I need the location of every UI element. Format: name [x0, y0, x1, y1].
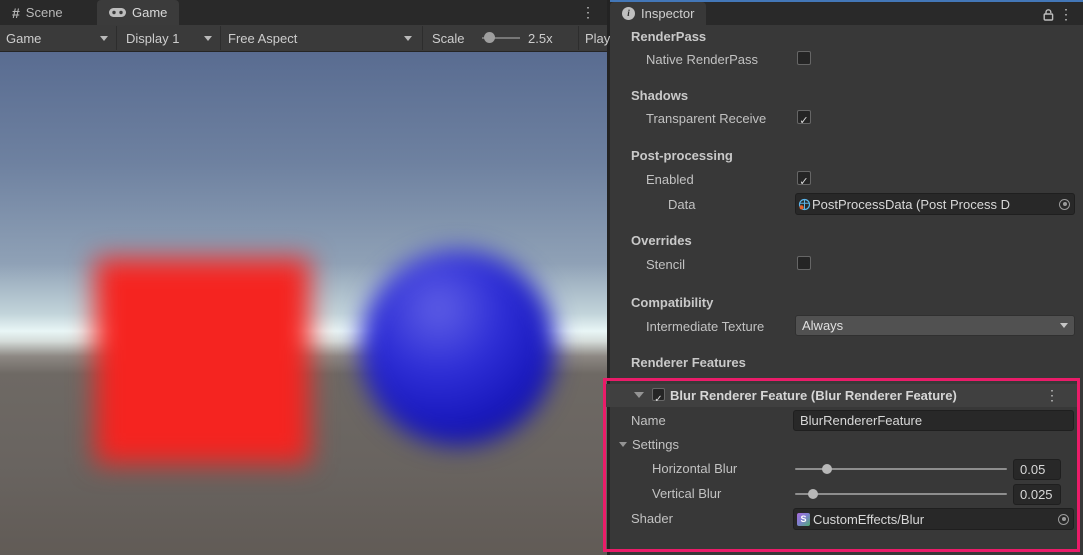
scriptable-object-icon	[798, 198, 811, 211]
shader-label: Shader	[631, 511, 673, 526]
feature-enabled-checkbox[interactable]: ✓	[652, 388, 665, 401]
gamepad-icon	[109, 7, 126, 18]
vertical-blur-slider-track[interactable]	[795, 493, 1007, 495]
lock-open-icon[interactable]	[1042, 8, 1055, 22]
section-header-shadows: Shadows	[631, 88, 688, 103]
toolbar-divider	[578, 26, 579, 50]
shader-value: CustomEffects/Blur	[813, 512, 1053, 527]
horizontal-blur-slider-handle[interactable]	[822, 464, 832, 474]
object-picker-icon[interactable]	[1059, 199, 1070, 210]
section-header-renderer-features: Renderer Features	[631, 355, 746, 370]
game-viewport	[0, 52, 607, 555]
tab-scene-label: Scene	[26, 5, 63, 20]
game-tabbar: # Scene Game ⋮	[0, 0, 607, 25]
blurred-blue-sphere	[360, 250, 556, 446]
pp-data-label: Data	[668, 197, 695, 212]
unity-editor: # Scene Game ⋮ Game Display 1 Free Aspec…	[0, 0, 1083, 555]
toolbar-divider	[220, 26, 221, 50]
native-renderpass-checkbox[interactable]	[797, 51, 811, 65]
target-display-dropdown[interactable]: Game	[6, 25, 41, 51]
chevron-down-icon	[1060, 323, 1068, 328]
checkmark-icon: ✓	[799, 176, 808, 188]
checkmark-icon: ✓	[799, 115, 808, 127]
toolbar-divider	[422, 26, 423, 50]
horizontal-blur-label: Horizontal Blur	[652, 461, 737, 476]
blurred-red-cube	[95, 258, 310, 464]
scale-control: Scale 2.5x	[432, 25, 465, 51]
scale-value: 2.5x	[528, 31, 553, 46]
horizontal-blur-value-field[interactable]: 0.05	[1013, 459, 1061, 480]
pp-enabled-checkbox[interactable]: ✓	[797, 171, 811, 185]
info-icon: i	[622, 7, 635, 20]
shader-object-field[interactable]: S CustomEffects/Blur	[793, 508, 1074, 530]
feature-title: Blur Renderer Feature (Blur Renderer Fea…	[670, 388, 957, 403]
transparent-receive-label: Transparent Receive	[646, 111, 798, 126]
stencil-label: Stencil	[646, 257, 685, 272]
tab-inspector[interactable]: i Inspector	[610, 2, 706, 25]
intermediate-texture-dropdown[interactable]: Always	[795, 315, 1075, 336]
intermediate-texture-label: Intermediate Texture	[646, 319, 796, 334]
scale-label: Scale	[432, 31, 465, 46]
pp-data-object-field[interactable]: PostProcessData (Post Process D	[795, 193, 1075, 215]
section-header-renderpass: RenderPass	[631, 29, 706, 44]
horizontal-blur-value: 0.05	[1020, 462, 1045, 477]
inspector-panel: i Inspector ⋮ RenderPass Native RenderPa…	[610, 0, 1083, 555]
stencil-checkbox[interactable]	[797, 256, 811, 270]
intermediate-texture-value: Always	[802, 318, 843, 333]
foldout-arrow-icon[interactable]	[634, 392, 644, 398]
inspector-menu-kebab-icon[interactable]: ⋮	[1059, 7, 1073, 21]
display-label: Display 1	[126, 31, 179, 46]
game-panel: # Scene Game ⋮ Game Display 1 Free Aspec…	[0, 0, 607, 555]
target-display-label: Game	[6, 31, 41, 46]
shader-icon: S	[797, 513, 810, 526]
section-header-compatibility: Compatibility	[631, 295, 713, 310]
game-toolbar: Game Display 1 Free Aspect Scale 2.5x	[0, 25, 607, 52]
aspect-dropdown[interactable]: Free Aspect	[228, 25, 297, 51]
tab-scene[interactable]: # Scene	[0, 0, 75, 25]
chevron-down-icon	[404, 36, 412, 41]
display-dropdown[interactable]: Display 1	[126, 25, 179, 51]
tab-game[interactable]: Game	[97, 0, 179, 25]
play-label: Play	[585, 31, 610, 46]
native-renderpass-label: Native RenderPass	[646, 52, 758, 67]
game-menu-kebab-icon[interactable]: ⋮	[581, 5, 595, 19]
pp-data-value: PostProcessData (Post Process D	[812, 197, 1056, 212]
tab-game-label: Game	[132, 5, 167, 20]
section-header-postprocessing: Post-processing	[631, 148, 733, 163]
section-header-overrides: Overrides	[631, 233, 692, 248]
scene-grid-icon: #	[12, 5, 20, 21]
toolbar-divider	[116, 26, 117, 50]
checkmark-icon: ✓	[654, 394, 662, 405]
chevron-down-icon	[204, 36, 212, 41]
feature-header-row[interactable]: ✓ Blur Renderer Feature (Blur Renderer F…	[606, 384, 1079, 407]
play-focused-toggle[interactable]: Play	[585, 25, 610, 51]
object-picker-icon[interactable]	[1058, 514, 1069, 525]
vertical-blur-value: 0.025	[1020, 487, 1053, 502]
aspect-label: Free Aspect	[228, 31, 297, 46]
feature-name-value: BlurRendererFeature	[794, 413, 922, 428]
settings-label[interactable]: Settings	[632, 437, 679, 452]
settings-foldout-arrow-icon[interactable]	[619, 442, 627, 447]
vertical-blur-value-field[interactable]: 0.025	[1013, 484, 1061, 505]
tab-inspector-label: Inspector	[641, 6, 694, 21]
vertical-blur-label: Vertical Blur	[652, 486, 721, 501]
scale-slider-handle[interactable]	[484, 32, 495, 43]
transparent-receive-checkbox[interactable]: ✓	[797, 110, 811, 124]
inspector-tabbar: i Inspector ⋮	[610, 2, 1083, 25]
feature-name-field[interactable]: BlurRendererFeature	[793, 410, 1074, 431]
pp-enabled-label: Enabled	[646, 172, 694, 187]
vertical-blur-slider-handle[interactable]	[808, 489, 818, 499]
feature-name-label: Name	[631, 413, 666, 428]
feature-menu-kebab-icon[interactable]: ⋮	[1045, 388, 1059, 402]
chevron-down-icon	[100, 36, 108, 41]
